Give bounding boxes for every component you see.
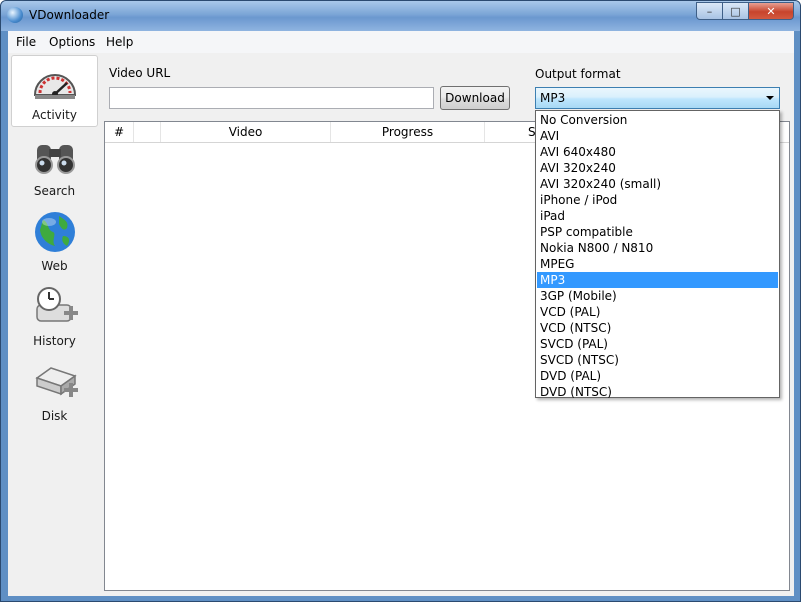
format-option[interactable]: AVI [537, 128, 778, 144]
output-format-select[interactable]: MP3 [535, 87, 780, 109]
format-option[interactable]: AVI 320x240 [537, 160, 778, 176]
column-header-icon[interactable] [134, 122, 161, 142]
output-format-value: MP3 [540, 91, 566, 105]
sidebar-item-search[interactable]: Search [11, 130, 98, 202]
maximize-button[interactable]: □ [723, 2, 749, 20]
close-button[interactable]: ✕ [749, 2, 794, 20]
menu-help[interactable]: Help [106, 35, 133, 49]
format-option[interactable]: AVI 640x480 [537, 144, 778, 160]
sidebar-item-label: Search [33, 184, 76, 198]
chevron-down-icon [766, 96, 774, 100]
sidebar-item-label: Activity [32, 108, 77, 122]
minimize-button[interactable]: – [696, 2, 723, 20]
menu-file[interactable]: File [16, 35, 36, 49]
format-option[interactable]: VCD (PAL) [537, 304, 778, 320]
format-option[interactable]: SVCD (PAL) [537, 336, 778, 352]
format-option[interactable]: 3GP (Mobile) [537, 288, 778, 304]
globe-icon [34, 212, 75, 252]
disk-add-icon [34, 367, 78, 397]
sidebar-item-label: Disk [41, 409, 68, 423]
sidebar-item-label: History [33, 334, 76, 348]
sidebar: Activity Search Web History Disk [10, 55, 98, 595]
sidebar-item-activity[interactable]: Activity [11, 55, 98, 127]
sidebar-item-label: Web [41, 259, 68, 273]
binoculars-icon [34, 145, 75, 174]
format-option[interactable]: Nokia N800 / N810 [537, 240, 778, 256]
window-title: VDownloader [29, 8, 110, 22]
download-button[interactable]: Download [440, 86, 510, 110]
format-option[interactable]: MP3 [537, 272, 778, 288]
format-option[interactable]: MPEG [537, 256, 778, 272]
client-area: File Options Help Activity Search Web Hi… [8, 31, 794, 596]
format-option[interactable]: No Conversion [537, 112, 778, 128]
column-header-video[interactable]: Video [161, 122, 331, 142]
menu-options[interactable]: Options [49, 35, 95, 49]
clock-add-icon [35, 287, 78, 322]
sidebar-item-disk[interactable]: Disk [11, 355, 98, 427]
format-option[interactable]: DVD (NTSC) [537, 384, 778, 400]
format-option[interactable]: iPhone / iPod [537, 192, 778, 208]
output-format-label: Output format [535, 67, 621, 81]
format-option[interactable]: DVD (PAL) [537, 368, 778, 384]
format-option[interactable]: VCD (NTSC) [537, 320, 778, 336]
sidebar-item-history[interactable]: History [11, 280, 98, 352]
format-option[interactable]: SVCD (NTSC) [537, 352, 778, 368]
sidebar-item-web[interactable]: Web [11, 205, 98, 277]
output-format-dropdown-list: No Conversion AVI AVI 640x480 AVI 320x240 AV… [535, 110, 780, 400]
app-icon [7, 7, 23, 23]
video-url-input[interactable] [109, 87, 434, 109]
column-header-number[interactable]: # [105, 122, 134, 142]
video-url-label: Video URL [109, 66, 171, 80]
format-option[interactable]: PSP compatible [537, 224, 778, 240]
format-option[interactable]: iPad [537, 208, 778, 224]
speedometer-icon [33, 74, 76, 99]
menu-bar: File Options Help [8, 31, 794, 53]
format-option[interactable]: AVI 320x240 (small) [537, 176, 778, 192]
column-header-progress[interactable]: Progress [331, 122, 485, 142]
app-window: VDownloader – □ ✕ File Options Help Acti… [0, 0, 801, 602]
title-bar[interactable]: VDownloader – □ ✕ [1, 1, 800, 31]
